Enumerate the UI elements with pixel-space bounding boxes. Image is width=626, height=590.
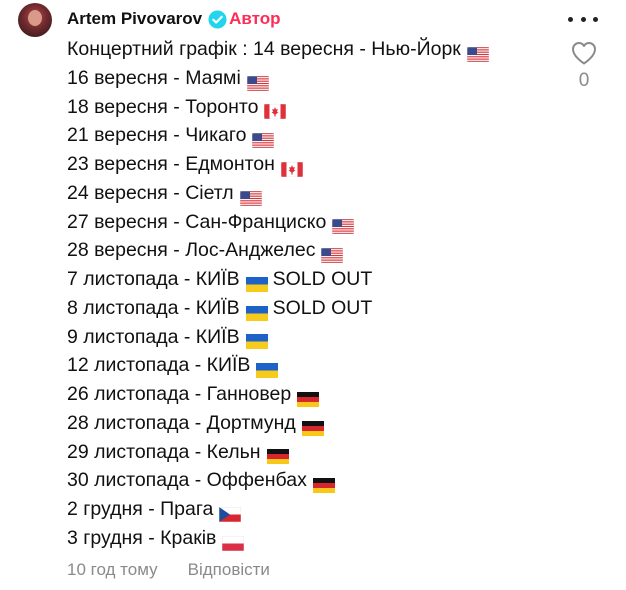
line-text: 26 листопада - Ганновер — [67, 383, 292, 405]
comment-header: Artem Pivovarov Автор — [67, 8, 281, 30]
like-count: 0 — [578, 70, 590, 91]
more-options-icon[interactable] — [568, 8, 598, 30]
line-text: 28 листопада - Дортмунд — [67, 411, 296, 434]
flag-cz-icon — [219, 502, 242, 523]
flag-us-icon — [321, 243, 344, 264]
flag-us-icon — [246, 71, 270, 91]
flag-de-icon — [301, 416, 324, 436]
comment-line: 2 грудня - Прага — [67, 495, 489, 524]
flag-ua-icon — [245, 329, 268, 350]
author-badge: Автор — [229, 9, 281, 28]
comment-line: 21 вересня - Чикаго — [67, 121, 489, 150]
flag-us-icon — [252, 128, 275, 149]
comment-line: 3 грудня - Краків — [67, 524, 489, 553]
comment-line: Концертний графік : 14 вересня - Нью-Йор… — [67, 35, 490, 64]
line-text: 24 вересня - Сіетл — [67, 181, 234, 204]
verified-check-icon — [208, 9, 227, 29]
more-dot — [580, 16, 586, 22]
flag-ua-icon — [245, 301, 268, 321]
line-text: 7 листопада - КИЇВ — [67, 268, 240, 290]
sold-out-label: SOLD OUT — [272, 296, 373, 319]
reply-button[interactable]: Відповісти — [188, 560, 270, 580]
comment-line: 8 листопада - КИЇВ SOLD OUT — [67, 294, 489, 323]
comment-line: 23 вересня - Едмонтон — [67, 150, 489, 179]
line-text: 21 вересня - Чикаго — [67, 124, 247, 147]
comment-line: 27 вересня - Сан-Франциско — [67, 208, 489, 237]
author-avatar[interactable] — [18, 3, 52, 37]
line-text: 12 листопада - КИЇВ — [67, 354, 251, 377]
line-text: 23 вересня - Едмонтон — [67, 153, 275, 175]
line-text: 30 листопада - Оффенбах — [67, 469, 307, 492]
line-text: 9 листопада - КИЇВ — [67, 325, 240, 348]
flag-de-icon — [297, 387, 320, 407]
comment-text: Концертний графік : 14 вересня - Нью-Йор… — [67, 35, 490, 553]
flag-ua-icon — [245, 272, 268, 292]
author-name[interactable]: Artem Pivovarov — [67, 9, 202, 29]
sold-out-label: SOLD OUT — [272, 268, 373, 290]
flag-ca-icon — [280, 157, 304, 178]
comment-line: 29 листопада - Кельн — [67, 438, 489, 467]
flag-us-icon — [331, 214, 355, 235]
line-text: 8 листопада - КИЇВ — [67, 296, 240, 319]
more-dot — [593, 16, 598, 22]
heart-outline-icon[interactable] — [570, 40, 598, 66]
line-text: 18 вересня - Торонто — [67, 95, 259, 118]
comment-line: 26 листопада - Ганновер — [67, 380, 489, 409]
flag-ua-icon — [256, 358, 279, 379]
line-text: 16 вересня - Маямі — [67, 66, 241, 89]
line-text: 2 грудня - Прага — [67, 498, 214, 520]
comment-line: 28 листопада - Дортмунд — [67, 409, 489, 438]
comment-line: 12 листопада - КИЇВ — [67, 351, 489, 380]
flag-ca-icon — [264, 99, 287, 120]
comment-line: 7 листопада - КИЇВ SOLD OUT — [67, 265, 489, 294]
line-text: Концертний графік : 14 вересня - Нью-Йор… — [67, 38, 461, 60]
flag-de-icon — [266, 444, 289, 465]
comment-line: 28 вересня - Лос-Анджелес — [67, 236, 489, 265]
line-text: 3 грудня - Краків — [67, 526, 217, 549]
avatar-photo — [28, 10, 42, 26]
comment-footer: 10 год тому Відповісти — [67, 559, 270, 581]
comment-line: 9 листопада - КИЇВ — [67, 323, 489, 352]
flag-de-icon — [312, 473, 335, 494]
line-text: 28 вересня - Лос-Анджелес — [67, 239, 316, 262]
comment-line: 16 вересня - Маямі — [67, 64, 489, 93]
flag-us-icon — [466, 42, 490, 63]
comment-line: 30 листопада - Оффенбах — [67, 466, 489, 495]
comment-line: 24 вересня - Сіетл — [67, 179, 489, 208]
timestamp: 10 год тому — [67, 560, 158, 579]
line-text: 27 вересня - Сан-Франциско — [67, 210, 327, 233]
more-dot — [568, 16, 573, 22]
flag-us-icon — [239, 186, 262, 206]
line-text: 29 листопада - Кельн — [67, 440, 261, 463]
flag-pl-icon — [222, 531, 245, 551]
comment-line: 18 вересня - Торонто — [67, 93, 489, 122]
